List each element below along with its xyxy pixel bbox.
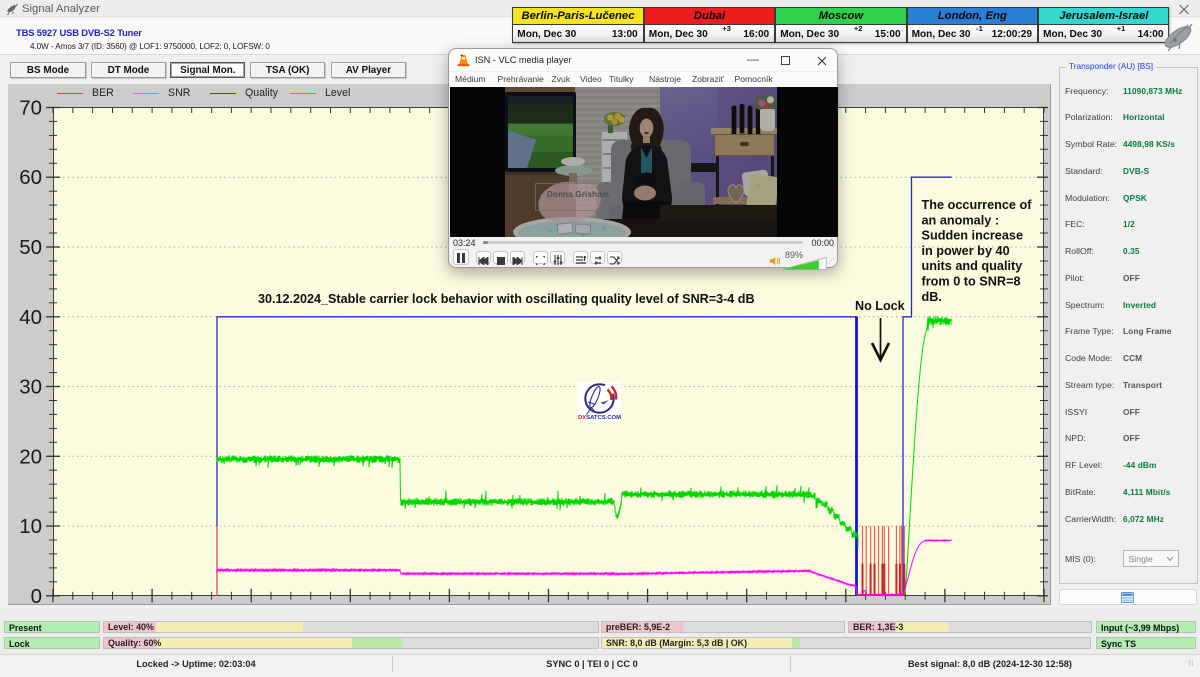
svg-text:40: 40 xyxy=(19,306,42,329)
svg-text:an anomaly :: an anomaly : xyxy=(922,213,1000,227)
svg-text:20: 20 xyxy=(19,445,42,468)
svg-text:in power by 40: in power by 40 xyxy=(922,244,1010,258)
svg-text:30: 30 xyxy=(19,376,42,399)
svg-text:0: 0 xyxy=(31,585,42,605)
svg-text:dB.: dB. xyxy=(922,290,942,304)
svg-text:Sudden increase: Sudden increase xyxy=(922,229,1024,243)
svg-text:DXSATCS.COM: DXSATCS.COM xyxy=(578,415,621,421)
svg-text:The occurrence of: The occurrence of xyxy=(922,198,1033,212)
svg-text:10: 10 xyxy=(19,515,42,538)
svg-text:70: 70 xyxy=(19,97,42,120)
svg-text:units and quality: units and quality xyxy=(922,259,1023,273)
svg-text:No Lock: No Lock xyxy=(855,299,906,313)
svg-text:30.12.2024_Stable carrier lock: 30.12.2024_Stable carrier lock behavior … xyxy=(258,292,755,306)
svg-text:from 0 to SNR=8: from 0 to SNR=8 xyxy=(922,275,1021,289)
svg-text:50: 50 xyxy=(19,236,42,259)
svg-text:60: 60 xyxy=(19,166,42,189)
